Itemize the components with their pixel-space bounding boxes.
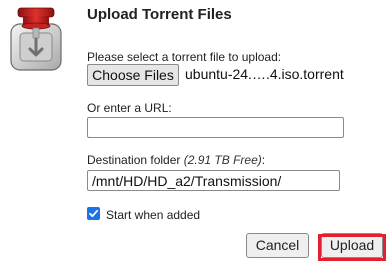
destination-folder-input[interactable]: [87, 170, 340, 191]
choose-files-button[interactable]: Choose Files: [87, 64, 179, 86]
chosen-file-name: ubuntu-24.….4.iso.torrent: [185, 66, 344, 82]
select-file-label: Please select a torrent file to upload:: [87, 50, 282, 64]
start-when-added-label[interactable]: Start when added: [106, 208, 200, 222]
destination-label: Destination folder (2.91 TB Free):: [87, 153, 265, 167]
dialog-title: Upload Torrent Files: [87, 6, 232, 23]
transmission-icon: [8, 4, 64, 74]
cancel-button[interactable]: Cancel: [246, 233, 309, 258]
destination-label-colon: :: [261, 153, 266, 167]
start-when-added-checkbox[interactable]: [87, 207, 100, 220]
checkmark-icon: [89, 209, 99, 218]
url-label: Or enter a URL:: [87, 101, 172, 115]
destination-label-text: Destination folder: [87, 153, 181, 167]
upload-button[interactable]: Upload: [321, 233, 383, 258]
free-space-text: (2.91 TB Free): [183, 153, 262, 167]
url-input[interactable]: [87, 117, 344, 138]
